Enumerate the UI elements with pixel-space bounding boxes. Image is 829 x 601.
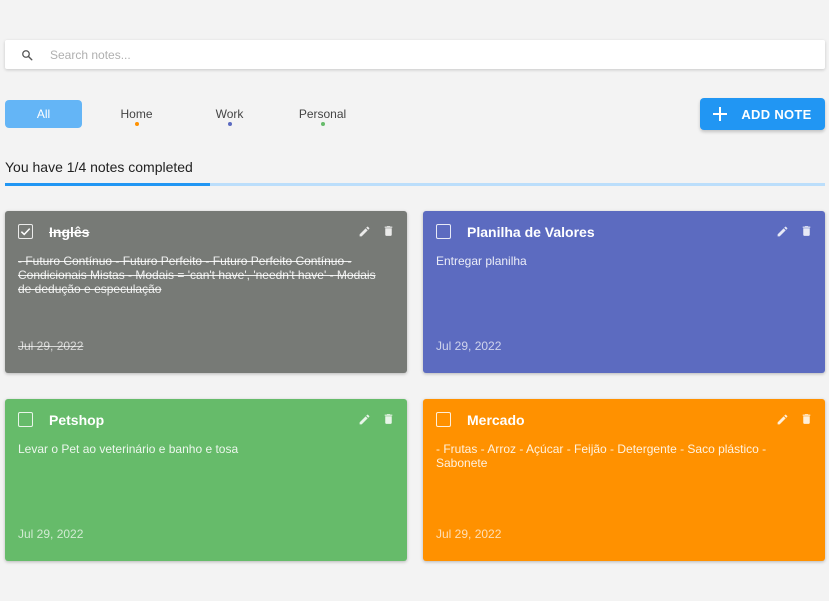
note-date: Jul 29, 2022 — [18, 527, 84, 541]
personal-dot-icon — [320, 122, 325, 126]
note-description: Levar o Pet ao veterinário e banho e tos… — [18, 442, 239, 456]
note-date: Jul 29, 2022 — [436, 339, 502, 353]
search-bar — [5, 39, 825, 70]
tab-label: Work — [215, 107, 244, 121]
note-card-planilha: Planilha de Valores Entregar planilha Ju… — [423, 211, 825, 373]
progress-label: You have 1/4 notes completed — [5, 159, 193, 175]
tab-all[interactable]: All — [5, 100, 82, 128]
checkmark-icon — [20, 228, 31, 236]
tab-label: Home — [120, 107, 153, 121]
note-card-mercado: Mercado - Frutas - Arroz - Açúcar - Feij… — [423, 399, 825, 561]
add-note-label: ADD NOTE — [741, 106, 812, 122]
note-actions — [347, 223, 395, 239]
tab-work[interactable]: Work — [191, 100, 268, 128]
delete-trash-icon[interactable] — [799, 223, 813, 239]
add-note-button[interactable]: ADD NOTE — [700, 98, 825, 130]
progress-bar — [5, 183, 825, 186]
completed-checkbox[interactable] — [436, 224, 451, 239]
note-card-petshop: Petshop Levar o Pet ao veterinário e ban… — [5, 399, 407, 561]
delete-trash-icon[interactable] — [799, 411, 813, 427]
work-dot-icon — [227, 122, 232, 126]
edit-pencil-icon[interactable] — [775, 411, 789, 427]
note-title: Petshop — [49, 412, 105, 428]
tab-label: All — [36, 107, 51, 121]
note-description: - Futuro Contínuo - Futuro Perfeito - Fu… — [18, 254, 376, 296]
tab-label: Personal — [298, 107, 347, 121]
delete-trash-icon[interactable] — [381, 223, 395, 239]
note-title: Planilha de Valores — [467, 224, 595, 240]
note-description: - Frutas - Arroz - Açúcar - Feijão - Det… — [436, 442, 767, 470]
delete-trash-icon[interactable] — [381, 411, 395, 427]
search-input[interactable] — [48, 39, 825, 70]
note-title: Inglês — [49, 224, 90, 240]
progress-bar-fill — [5, 183, 210, 186]
note-actions — [347, 411, 395, 427]
completed-checkbox[interactable] — [18, 224, 33, 239]
tab-home[interactable]: Home — [98, 100, 175, 128]
edit-pencil-icon[interactable] — [775, 223, 789, 239]
search-icon — [20, 48, 34, 62]
note-title: Mercado — [467, 412, 525, 428]
completed-checkbox[interactable] — [18, 412, 33, 427]
filter-tabs: All Home Work Personal — [5, 100, 377, 128]
note-card-ingles: Inglês - Futuro Contínuo - Futuro Perfei… — [5, 211, 407, 373]
plus-icon — [713, 107, 728, 121]
note-description: Entregar planilha — [436, 254, 527, 268]
completed-checkbox[interactable] — [436, 412, 451, 427]
notes-app: All Home Work Personal ADD NOTE You have… — [0, 0, 829, 601]
note-actions — [765, 411, 813, 427]
edit-pencil-icon[interactable] — [357, 411, 371, 427]
note-date: Jul 29, 2022 — [18, 339, 84, 353]
home-dot-icon — [134, 122, 139, 126]
note-date: Jul 29, 2022 — [436, 527, 502, 541]
edit-pencil-icon[interactable] — [357, 223, 371, 239]
tab-personal[interactable]: Personal — [284, 100, 361, 128]
note-actions — [765, 223, 813, 239]
